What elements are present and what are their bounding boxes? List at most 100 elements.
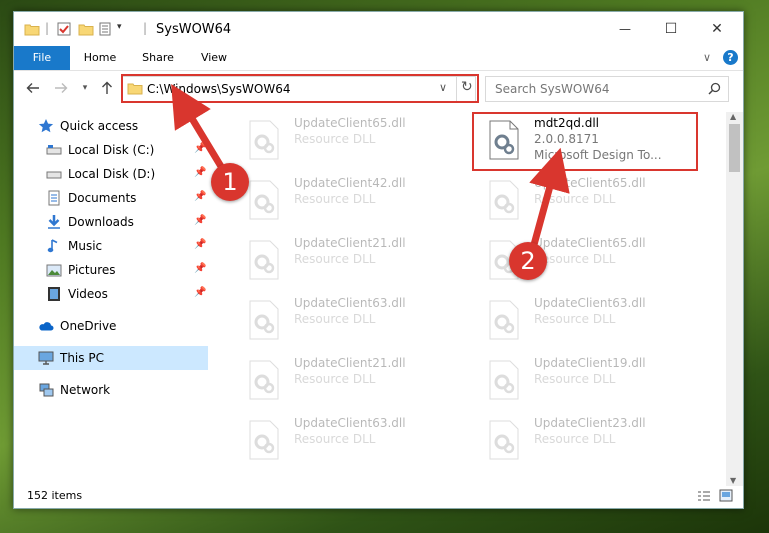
file-type: Resource DLL	[534, 432, 616, 446]
file-type: Resource DLL	[294, 372, 376, 386]
file-type: Resource DLL	[294, 312, 376, 326]
file-tile[interactable]: UpdateClient19.dll Resource DLL	[474, 352, 704, 408]
close-button[interactable]: ✕	[694, 12, 740, 46]
nav-item-quick-access[interactable]: Quick access	[14, 114, 208, 138]
separator: |	[143, 21, 148, 35]
music-icon	[47, 239, 58, 253]
nav-item-local-disk-c[interactable]: Local Disk (C:) 📌	[14, 138, 208, 162]
videos-icon	[48, 287, 60, 301]
nav-item-this-pc[interactable]: This PC	[14, 346, 208, 370]
pin-icon[interactable]: 📌	[194, 287, 206, 298]
file-tile[interactable]: UpdateClient63.dll Resource DLL	[234, 412, 464, 468]
nav-item-videos[interactable]: Videos 📌	[14, 282, 208, 306]
nav-item-label: Quick access	[60, 119, 139, 133]
details-view-icon[interactable]	[697, 490, 711, 502]
recent-locations-button[interactable]: ▾	[76, 79, 94, 97]
properties-icon[interactable]	[56, 21, 72, 37]
pin-icon[interactable]: 📌	[194, 263, 206, 274]
nav-item-label: Documents	[68, 191, 137, 205]
file-name: UpdateClient65.dll	[294, 116, 406, 130]
dll-file-icon	[249, 420, 279, 460]
window-title: SysWOW64	[156, 22, 232, 37]
tab-view[interactable]: View	[190, 46, 238, 70]
nav-item-label: This PC	[60, 351, 104, 365]
file-tile[interactable]: UpdateClient63.dll Resource DLL	[234, 292, 464, 348]
nav-item-label: OneDrive	[60, 319, 117, 333]
pin-icon[interactable]: 📌	[194, 191, 206, 202]
file-tile[interactable]: UpdateClient23.dll Resource DLL	[474, 412, 704, 468]
minimize-button[interactable]: —	[602, 12, 648, 46]
dll-file-icon	[249, 120, 279, 160]
dll-file-icon	[249, 360, 279, 400]
search-icon[interactable]	[708, 82, 721, 95]
pin-icon[interactable]: 📌	[194, 143, 206, 154]
file-tile[interactable]: UpdateClient63.dll Resource DLL	[474, 292, 704, 348]
scrollbar-thumb[interactable]	[729, 124, 740, 172]
forward-button[interactable]	[52, 79, 70, 97]
file-name: UpdateClient21.dll	[294, 236, 406, 250]
title-bar: | ▾ | SysWOW64 — ☐ ✕	[14, 12, 743, 46]
cloud-icon	[39, 322, 54, 331]
file-type: Resource DLL	[534, 312, 616, 326]
quick-access-dropdown-icon[interactable]: ▾	[117, 22, 122, 32]
nav-item-downloads[interactable]: Downloads 📌	[14, 210, 208, 234]
file-highlight-box	[472, 112, 698, 171]
up-arrow-icon	[102, 81, 112, 94]
navigation-pane: Quick access Local Disk (C:) 📌 Local Dis…	[14, 112, 210, 487]
file-type: Resource DLL	[294, 132, 376, 146]
nav-item-local-disk-d[interactable]: Local Disk (D:) 📌	[14, 162, 208, 186]
new-folder-icon[interactable]	[78, 21, 94, 37]
search-placeholder: Search SysWOW64	[495, 82, 610, 96]
ribbon-expand-icon[interactable]: ∨	[703, 51, 711, 64]
minimize-icon: —	[619, 22, 631, 36]
maximize-button[interactable]: ☐	[648, 12, 694, 46]
dll-file-icon	[249, 180, 279, 220]
file-tile[interactable]: UpdateClient21.dll Resource DLL	[234, 232, 464, 288]
file-tile[interactable]: UpdateClient65.dll Resource DLL	[234, 112, 464, 168]
search-box[interactable]: Search SysWOW64	[485, 76, 729, 102]
ribbon-tabs: File Home Share View ∨ ?	[14, 46, 743, 71]
vertical-scrollbar[interactable]: ▲ ▼	[726, 112, 743, 487]
up-button[interactable]	[98, 79, 116, 97]
nav-item-documents[interactable]: Documents 📌	[14, 186, 208, 210]
nav-item-pictures[interactable]: Pictures 📌	[14, 258, 208, 282]
chevron-down-icon: ▾	[82, 83, 88, 93]
status-bar: 152 items	[14, 486, 743, 508]
nav-item-network[interactable]: Network	[14, 378, 208, 402]
tab-file[interactable]: File	[14, 46, 70, 70]
back-button[interactable]	[24, 79, 42, 97]
help-icon[interactable]: ?	[723, 50, 738, 65]
back-arrow-icon	[26, 83, 39, 93]
pin-icon[interactable]: 📌	[194, 215, 206, 226]
dll-file-icon	[489, 180, 519, 220]
file-tile[interactable]: UpdateClient65.dll Resource DLL	[474, 172, 704, 228]
address-row: ▾ C:\Windows\SysWOW64 ∨ ↻ Search SysWOW6…	[14, 71, 743, 104]
file-name: UpdateClient21.dll	[294, 356, 406, 370]
dll-file-icon	[489, 360, 519, 400]
file-tile[interactable]: UpdateClient42.dll Resource DLL	[234, 172, 464, 228]
pin-icon[interactable]: 📌	[194, 167, 206, 178]
maximize-icon: ☐	[664, 21, 678, 37]
scroll-down-icon[interactable]: ▼	[730, 476, 736, 485]
explorer-window: | ▾ | SysWOW64 — ☐ ✕ File Home Share Vie…	[13, 11, 744, 509]
file-list: UpdateClient65.dll Resource DLL UpdateCl…	[222, 112, 727, 487]
file-type: Resource DLL	[534, 192, 616, 206]
drive-icon	[46, 171, 62, 179]
file-tile[interactable]: UpdateClient21.dll Resource DLL	[234, 352, 464, 408]
tab-home[interactable]: Home	[76, 46, 124, 70]
large-icons-view-icon[interactable]	[719, 489, 733, 502]
pictures-icon	[46, 264, 62, 277]
file-name: UpdateClient19.dll	[534, 356, 646, 370]
documents-icon	[48, 190, 60, 206]
nav-item-onedrive[interactable]: OneDrive	[14, 314, 208, 338]
tab-share[interactable]: Share	[134, 46, 182, 70]
nav-item-label: Downloads	[68, 215, 134, 229]
nav-item-label: Local Disk (C:)	[68, 143, 155, 157]
scroll-up-icon[interactable]: ▲	[730, 112, 736, 121]
file-name: UpdateClient63.dll	[294, 416, 406, 430]
nav-item-music[interactable]: Music 📌	[14, 234, 208, 258]
pin-icon[interactable]: 📌	[194, 239, 206, 250]
file-name: UpdateClient63.dll	[294, 296, 406, 310]
nav-item-label: Local Disk (D:)	[68, 167, 156, 181]
customize-toolbar-icon[interactable]	[99, 21, 115, 37]
